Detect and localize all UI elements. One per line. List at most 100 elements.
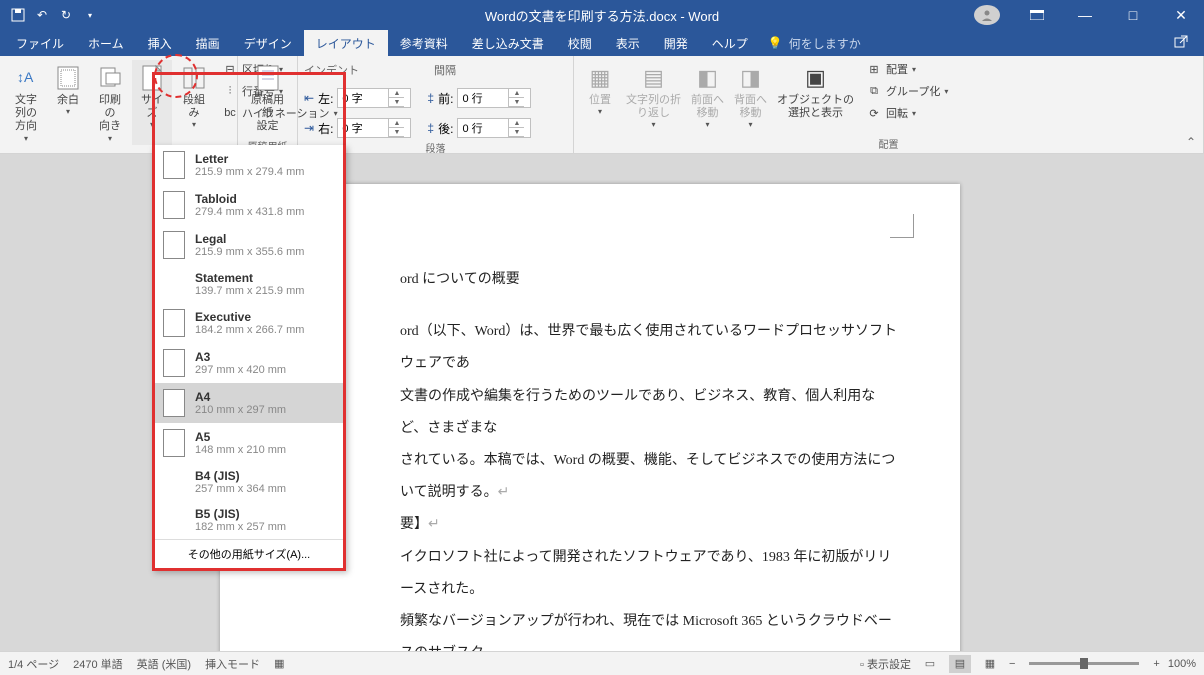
page-preview-icon (163, 349, 185, 377)
undo-icon[interactable]: ↶ (34, 7, 50, 23)
group-icon: ⧉ (866, 83, 882, 99)
indent-left-input[interactable]: ▲▼ (337, 88, 411, 108)
indent-right-input[interactable]: ▲▼ (337, 118, 411, 138)
save-icon[interactable] (10, 7, 26, 23)
web-layout-view[interactable]: ▦ (979, 655, 1001, 673)
zoom-slider[interactable] (1029, 662, 1139, 665)
menu-draw[interactable]: 描画 (184, 30, 232, 56)
size-option-tabloid[interactable]: Tabloid279.4 mm x 431.8 mm (155, 185, 343, 225)
menu-file[interactable]: ファイル (4, 30, 76, 56)
size-option-b4jis[interactable]: B4 (JIS)257 mm x 364 mm (155, 463, 343, 501)
spacing-before-input[interactable]: ▲▼ (457, 88, 531, 108)
menu-layout[interactable]: レイアウト (304, 30, 388, 56)
display-settings[interactable]: ▫ 表示設定 (860, 656, 911, 672)
print-layout-view[interactable]: ▤ (949, 655, 971, 673)
menu-review[interactable]: 校閲 (556, 30, 604, 56)
size-option-a3[interactable]: A3297 mm x 420 mm (155, 343, 343, 383)
repeat-icon[interactable]: ↻ (58, 7, 74, 23)
user-avatar[interactable] (974, 5, 1000, 25)
maximize-button[interactable]: □ (1110, 0, 1156, 30)
rotate-icon: ⟳ (866, 105, 882, 121)
indent-right-icon: ⇥ (304, 121, 314, 135)
menu-developer[interactable]: 開発 (652, 30, 700, 56)
size-option-a5[interactable]: A5148 mm x 210 mm (155, 423, 343, 463)
tell-me[interactable]: 💡 何をしますか (768, 35, 861, 52)
selection-pane-button[interactable]: ▣オブジェクトの 選択と表示 (773, 60, 858, 132)
size-option-legal[interactable]: Legal215.9 mm x 355.6 mm (155, 225, 343, 265)
title-bar: ↶ ↻ ▾ Wordの文書を印刷する方法.docx - Word — □ ✕ (0, 0, 1204, 30)
zoom-out-button[interactable]: − (1009, 658, 1015, 670)
size-button[interactable]: サイズ ▾ (132, 60, 172, 145)
margins-button[interactable]: 余白 ▾ (48, 60, 88, 145)
document-title: Wordの文書を印刷する方法.docx - Word (485, 6, 719, 25)
margins-icon (52, 62, 84, 94)
more-paper-sizes[interactable]: その他の用紙サイズ(A)... (155, 539, 343, 568)
ribbon-display-icon[interactable] (1014, 0, 1060, 30)
page-size-icon (136, 62, 168, 94)
spacing-after-icon: ‡ (427, 121, 434, 135)
language-indicator[interactable]: 英語 (米国) (137, 656, 191, 672)
chevron-down-icon: ▾ (108, 134, 112, 144)
collapse-ribbon-icon[interactable]: ⌃ (1186, 135, 1196, 149)
minimize-button[interactable]: — (1062, 0, 1108, 30)
status-bar: 1/4 ページ 2470 単語 英語 (米国) 挿入モード ▦ ▫ 表示設定 ▭… (0, 651, 1204, 675)
word-count[interactable]: 2470 単語 (73, 656, 123, 672)
rotate-button: ⟳回転▾ (864, 104, 950, 122)
page-preview-icon (163, 389, 185, 417)
lightbulb-icon: 💡 (768, 36, 783, 50)
read-mode-view[interactable]: ▭ (919, 655, 941, 673)
manuscript-button[interactable]: 原稿用紙 設定 (244, 60, 291, 136)
menu-view[interactable]: 表示 (604, 30, 652, 56)
qat-customize-icon[interactable]: ▾ (82, 7, 98, 23)
text-direction-button[interactable]: ↕A 文字列の 方向 ▾ (6, 60, 46, 145)
chevron-down-icon: ▾ (24, 134, 28, 144)
bring-forward-button: ◧前面へ 移動▾ (687, 60, 728, 132)
indent-left-icon: ⇤ (304, 91, 314, 105)
size-option-b5jis[interactable]: B5 (JIS)182 mm x 257 mm (155, 501, 343, 539)
menu-insert[interactable]: 挿入 (136, 30, 184, 56)
ribbon: ↕A 文字列の 方向 ▾ 余白 ▾ 印刷の 向き ▾ サイズ ▾ 段組み (0, 56, 1204, 154)
share-button[interactable] (1174, 35, 1200, 52)
svg-text:↕A: ↕A (17, 69, 34, 85)
hyphenation-icon: bc (222, 105, 238, 121)
size-option-statement[interactable]: Statement139.7 mm x 215.9 mm (155, 265, 343, 303)
spacing-after-input[interactable]: ▲▼ (457, 118, 531, 138)
page-preview-icon (163, 151, 185, 179)
align-icon: ⊞ (866, 61, 882, 77)
columns-button[interactable]: 段組み ▾ (174, 60, 214, 145)
macro-icon[interactable]: ▦ (274, 657, 284, 670)
spacing-before-icon: ‡ (427, 91, 434, 105)
size-option-letter[interactable]: Letter215.9 mm x 279.4 mm (155, 145, 343, 185)
send-backward-icon: ◨ (735, 62, 767, 94)
position-icon: ▦ (584, 62, 616, 94)
zoom-in-button[interactable]: + (1153, 658, 1159, 670)
line-numbers-icon: ⫶ (222, 83, 238, 99)
menu-bar: ファイル ホーム 挿入 描画 デザイン レイアウト 参考資料 差し込み文書 校閲… (0, 30, 1204, 56)
page-indicator[interactable]: 1/4 ページ (8, 656, 59, 672)
group-button: ⧉グループ化▾ (864, 82, 950, 100)
menu-mailings[interactable]: 差し込み文書 (460, 30, 556, 56)
zoom-level[interactable]: 100% (1168, 658, 1196, 670)
orientation-icon (94, 62, 126, 94)
insert-mode[interactable]: 挿入モード (205, 656, 260, 672)
wrap-text-button: ▤文字列の折 り返し▾ (622, 60, 685, 132)
page-size-dropdown: Letter215.9 mm x 279.4 mmTabloid279.4 mm… (152, 145, 346, 571)
page-preview-icon (163, 309, 185, 337)
chevron-down-icon: ▾ (66, 107, 70, 117)
size-option-executive[interactable]: Executive184.2 mm x 266.7 mm (155, 303, 343, 343)
close-button[interactable]: ✕ (1158, 0, 1204, 30)
page-preview-icon (163, 191, 185, 219)
menu-design[interactable]: デザイン (232, 30, 304, 56)
page-preview-icon (163, 429, 185, 457)
size-option-a4[interactable]: A4210 mm x 297 mm (155, 383, 343, 423)
position-button: ▦位置▾ (580, 60, 620, 132)
send-backward-button: ◨背面へ 移動▾ (730, 60, 771, 132)
menu-home[interactable]: ホーム (76, 30, 136, 56)
align-button[interactable]: ⊞配置▾ (864, 60, 950, 78)
text-direction-icon: ↕A (10, 62, 42, 94)
menu-help[interactable]: ヘルプ (700, 30, 760, 56)
menu-references[interactable]: 参考資料 (388, 30, 460, 56)
orientation-button[interactable]: 印刷の 向き ▾ (90, 60, 130, 145)
bring-forward-icon: ◧ (692, 62, 724, 94)
manuscript-icon (252, 62, 284, 94)
